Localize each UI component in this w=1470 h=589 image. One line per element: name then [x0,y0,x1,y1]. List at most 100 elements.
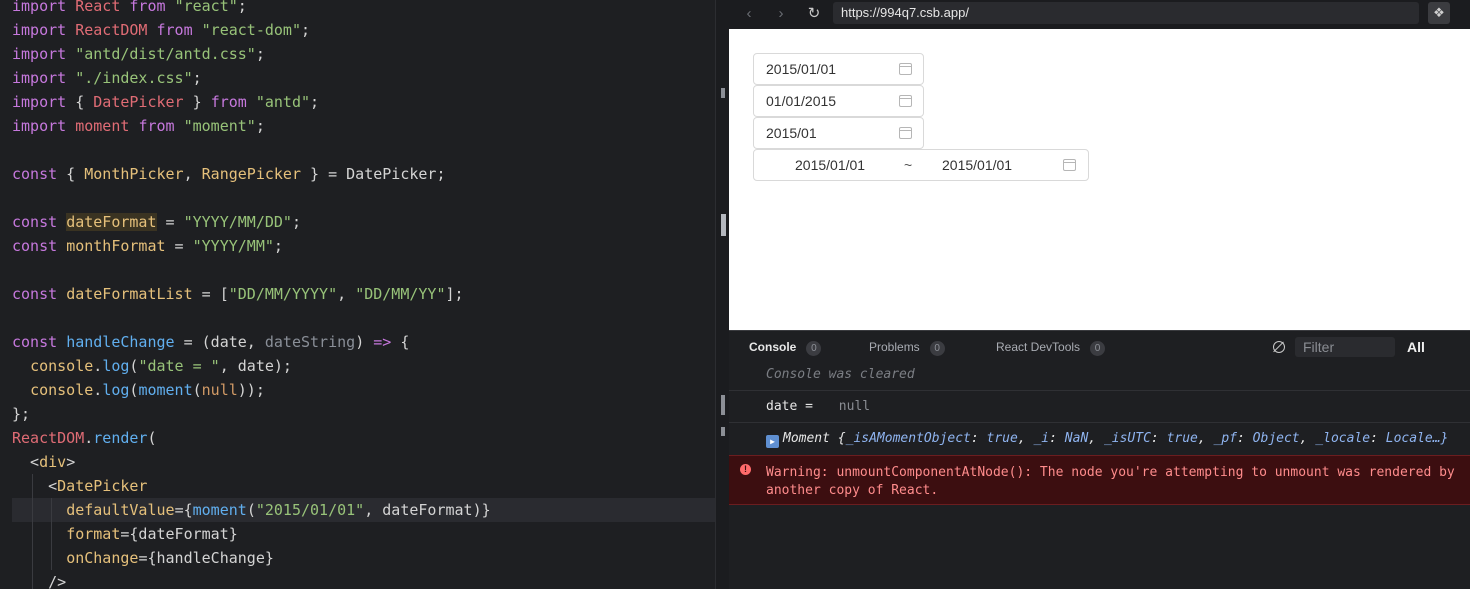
code-line: const dateFormat = "YYYY/MM/DD"; [12,210,301,234]
date-picker[interactable]: 2015/01/01 [753,53,924,85]
code-token: )); [237,381,265,399]
object-comma: , [1299,431,1316,446]
code-token: ; [310,93,320,111]
calendar-icon [899,63,912,75]
log-level-select[interactable]: All [1407,339,1425,355]
tab-label: Problems [869,340,920,354]
code-line: <DatePicker [12,474,147,498]
calendar-icon [899,127,912,139]
reload-icon[interactable]: ↻ [803,4,825,24]
chevron-right-icon[interactable]: › [770,4,792,24]
code-line: import "antd/dist/antd.css"; [12,42,265,66]
tab-problems[interactable]: Problems 0 [869,339,945,356]
log-object-prefix: Moment { [783,431,846,446]
code-token: DatePicker [93,93,184,111]
code-token: ; [255,45,265,63]
code-token: } [183,93,211,111]
code-line: }; [12,402,30,426]
code-token: MonthPicker [84,165,184,183]
code-token: dateFormat [66,213,157,231]
range-start-value[interactable]: 2015/01/01 [795,150,865,180]
code-token: "YYYY/MM" [192,237,274,255]
extension-icon[interactable]: ❖ [1428,2,1450,24]
object-separator: : [1237,431,1253,446]
gutter-marker [721,395,725,415]
code-token: . [84,429,94,447]
range-picker[interactable]: 2015/01/01 ~ 2015/01/01 [753,149,1089,181]
code-token: moment [192,501,247,519]
clear-console-icon[interactable] [1273,341,1285,353]
code-token: ={handleChange} [138,549,274,567]
object-value: true [986,431,1018,446]
code-token: , [337,285,356,303]
month-picker-value: 2015/01 [766,125,817,141]
code-token: ReactDOM [75,21,148,39]
code-line: import React from "react"; [12,0,247,18]
url-bar[interactable]: https://994q7.csb.app/ [833,2,1419,24]
tab-label: Console [749,340,797,354]
tab-react-devtools[interactable]: React DevTools 0 [996,339,1106,356]
object-comma: , [1017,431,1034,446]
code-token: ; [273,237,283,255]
object-separator: : [1370,431,1386,446]
tab-console[interactable]: Console 0 [749,339,822,356]
code-line: <div> [12,450,75,474]
object-key: _pf [1213,431,1238,446]
browser-panel: ‹ › ↻ https://994q7.csb.app/ ❖ 2015/01/0… [729,0,1470,589]
code-token: "date = " [138,357,220,375]
code-line: ReactDOM.render( [12,426,157,450]
code-token: ; [301,21,311,39]
object-comma: , [1088,431,1104,446]
code-token: = [165,237,193,255]
chevron-left-icon[interactable]: ‹ [738,4,760,24]
code-token: ; [255,117,265,135]
code-token: . [93,381,103,399]
range-separator: ~ [904,157,913,173]
count-badge: 0 [1090,341,1106,356]
code-token: moment [75,117,130,135]
code-token: from [138,117,175,135]
code-token: defaultValue [66,501,175,519]
scroll-thumb[interactable] [721,214,726,236]
expand-arrow-icon[interactable]: ▶ [766,435,779,448]
range-end-value[interactable]: 2015/01/01 [942,150,1012,180]
code-token: "2015/01/01" [255,501,365,519]
code-token: div [39,453,67,471]
code-token: { [57,165,85,183]
code-line: const { MonthPicker, RangePicker } = Dat… [12,162,446,186]
code-token: null [201,381,238,399]
editor-scroll-gutter[interactable] [715,0,729,589]
code-token: "react" [174,0,238,15]
code-token: "antd/dist/antd.css" [75,45,256,63]
object-comma: , [1197,431,1214,446]
code-token: from [156,21,193,39]
code-editor[interactable]: import React from "react"; import ReactDO… [0,0,715,589]
code-token: console [30,381,94,399]
code-line: import "./index.css"; [12,66,202,90]
code-token: import [12,117,67,135]
code-token: import [12,0,67,15]
console-log-row[interactable]: ▶ Moment {_isAMomentObject: true, _i: NaN… [729,423,1470,455]
code-token: , [183,165,202,183]
date-picker-format-list[interactable]: 01/01/2015 [753,85,924,117]
filter-input[interactable] [1295,337,1395,357]
object-separator: : [1049,431,1065,446]
code-token: { [66,93,94,111]
code-token: ( [147,429,157,447]
code-token: const [12,165,58,183]
console-log-row: date = null [729,392,1470,423]
tab-label: React DevTools [996,340,1081,354]
code-token: > [66,453,76,471]
code-line: onChange={handleChange} [12,546,274,570]
warning-text: Warning: unmountComponentAtNode(): The n… [766,465,1455,480]
month-picker[interactable]: 2015/01 [753,117,924,149]
log-object-fields: _isAMomentObject: true, _i: NaN, _isUTC:… [846,431,1449,446]
code-token: moment [138,381,193,399]
app-preview: 2015/01/01 01/01/2015 2015/01 2015/01/01… [729,29,1470,330]
